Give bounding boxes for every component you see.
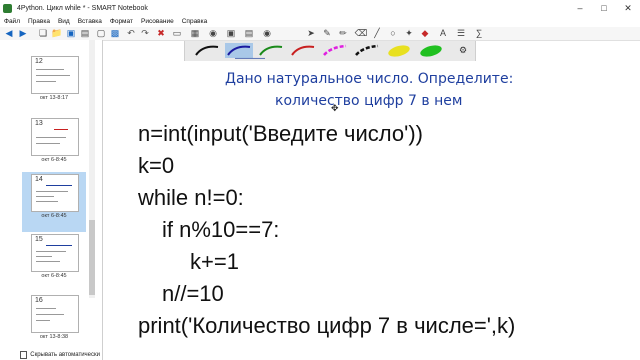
paste-icon[interactable]: ▤ — [80, 28, 90, 38]
pen-style-black-dashed[interactable] — [353, 43, 381, 58]
title-bar: 4Python. Цикл while * - SMART Notebook — [0, 0, 640, 16]
slide-date: окт 13-8:17 — [39, 95, 69, 101]
fullscreen-icon[interactable]: ▣ — [226, 28, 236, 38]
menu-view[interactable]: Вид — [58, 18, 70, 25]
save-icon[interactable]: ▣ — [66, 28, 76, 38]
pen-style-green-highlighter[interactable] — [417, 43, 445, 58]
add-page-icon[interactable]: ❏ — [38, 28, 48, 38]
main-toolbar: ◀ ▶ ❏ 📁 ▣ ▤ ▢ ▩ ↶ ↷ ✖ ▭ ▦ ◉ ▣ ▤ ◉ ➤ ✎ ✏ … — [0, 27, 640, 41]
slide-thumbnail: 12 — [31, 56, 79, 94]
slide-thumb-13[interactable]: 13 окт 6-8:45 — [22, 116, 86, 176]
text-tool-icon[interactable]: A — [438, 28, 448, 38]
task-heading-line1: Дано натуральное число. Определите: — [225, 71, 514, 87]
pen-style-magenta-dashed[interactable] — [321, 43, 349, 58]
fill-tool-icon[interactable]: ◆ — [420, 28, 430, 38]
properties-icon[interactable]: ☰ — [456, 28, 466, 38]
slide-number: 14 — [35, 176, 43, 183]
code-line-6: n//=10 — [162, 281, 224, 306]
pen-style-bar: ⚙ — [184, 41, 476, 62]
document-camera-icon[interactable]: ◉ — [208, 28, 218, 38]
slide-date: окт 13-8:38 — [39, 334, 69, 340]
menu-file[interactable]: Файл — [4, 18, 20, 25]
partial-heading-fragment: ——— — [235, 53, 265, 61]
toolbar-more-icon[interactable]: ▤ — [244, 28, 254, 38]
slide-date: окт 6-8:45 — [41, 273, 67, 279]
slide-number: 16 — [35, 297, 43, 304]
slide-number: 12 — [35, 58, 43, 65]
pen-style-black-curve[interactable] — [193, 43, 221, 58]
code-line-5: k+=1 — [190, 249, 239, 274]
back-arrow-icon[interactable]: ◀ — [4, 28, 14, 38]
slide-thumb-15[interactable]: 15 окт 6-8:45 — [22, 232, 86, 292]
menu-format[interactable]: Формат — [110, 18, 133, 25]
eraser-icon[interactable]: ⌫ — [355, 28, 368, 38]
slide-thumbnail: 16 — [31, 295, 79, 333]
screen-capture-icon[interactable]: ▢ — [96, 28, 106, 38]
window-title: 4Python. Цикл while * - SMART Notebook — [17, 4, 148, 12]
menu-draw[interactable]: Рисование — [141, 18, 174, 25]
slide-thumb-12[interactable]: 12 окт 13-8:17 — [22, 54, 86, 114]
minimize-button[interactable]: – — [568, 0, 592, 16]
code-line-3: while n!=0: — [138, 185, 244, 210]
code-line-1: n=int(input('Введите число')) — [138, 121, 423, 146]
slide-date: окт 6-8:45 — [41, 213, 67, 219]
creative-pen-icon[interactable]: ✏ — [338, 28, 348, 38]
autohide-checkbox[interactable] — [20, 351, 28, 359]
pen-style-yellow-highlighter[interactable] — [385, 43, 413, 58]
record-icon[interactable]: ◉ — [262, 28, 272, 38]
pen-tool-icon[interactable]: ✎ — [322, 28, 332, 38]
slide-thumbnail: 15 — [31, 234, 79, 272]
undo-icon[interactable]: ↶ — [126, 28, 136, 38]
menu-help[interactable]: Справка — [182, 18, 208, 25]
menu-bar: Файл Правка Вид Вставка Формат Рисование… — [0, 16, 640, 27]
slide-date: окт 6-8:45 — [41, 157, 67, 163]
table-icon[interactable]: ▦ — [190, 28, 200, 38]
magic-pen-icon[interactable]: ✦ — [404, 28, 414, 38]
pen-properties-icon[interactable]: ⚙ — [449, 43, 477, 58]
math-tool-icon[interactable]: ∑ — [474, 28, 484, 38]
display-icon[interactable]: ▭ — [172, 28, 182, 38]
line-tool-icon[interactable]: ╱ — [372, 28, 382, 38]
slide-number: 13 — [35, 120, 43, 127]
close-button[interactable]: ✕ — [616, 0, 640, 16]
slide-thumb-16[interactable]: 16 окт 13-8:38 — [22, 293, 86, 353]
redo-icon[interactable]: ↷ — [140, 28, 150, 38]
code-line-4: if n%10==7: — [162, 217, 280, 242]
slide-thumb-14-selected[interactable]: 14 окт 6-8:45 — [22, 172, 86, 232]
forward-arrow-icon[interactable]: ▶ — [18, 28, 28, 38]
slide-thumbnail: 13 — [31, 118, 79, 156]
delete-icon[interactable]: ✖ — [156, 28, 166, 38]
slide-thumbnail: 14 — [31, 174, 79, 212]
menu-insert[interactable]: Вставка — [78, 18, 102, 25]
autohide-label: Скрывать автоматически — [30, 352, 100, 358]
sorter-scroll-thumb[interactable] — [89, 220, 95, 295]
open-folder-icon[interactable]: 📁 — [51, 28, 62, 38]
code-line-7: print('Количество цифр 7 в числе=',k) — [138, 313, 516, 338]
slide-number: 15 — [35, 236, 43, 243]
shape-tool-icon[interactable]: ○ — [388, 28, 398, 38]
autohide-option[interactable]: Скрывать автоматически — [0, 350, 100, 360]
menu-edit[interactable]: Правка — [28, 18, 50, 25]
smart-notebook-app-icon — [3, 3, 12, 13]
code-line-2: k=0 — [138, 153, 175, 178]
move-cursor-icon: ✥ — [331, 103, 339, 113]
screen-shade-icon[interactable]: ▩ — [110, 28, 120, 38]
maximize-button[interactable]: □ — [592, 0, 616, 16]
task-heading-line2: количество цифр 7 в нем — [275, 93, 463, 109]
select-arrow-icon[interactable]: ➤ — [306, 28, 316, 38]
